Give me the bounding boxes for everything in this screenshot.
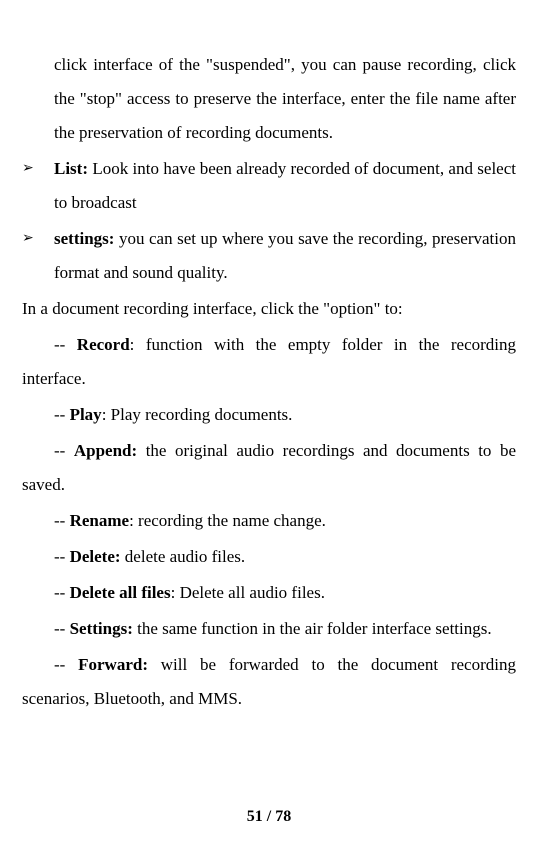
option-item: -- Record: function with the empty folde… bbox=[22, 328, 516, 396]
option-text: : recording the name change. bbox=[129, 511, 326, 530]
option-item: -- Forward: will be forwarded to the doc… bbox=[22, 648, 516, 716]
option-label: Rename bbox=[70, 511, 129, 530]
option-prefix: -- bbox=[54, 583, 70, 602]
option-prefix: -- bbox=[54, 405, 70, 424]
option-text: delete audio files. bbox=[121, 547, 246, 566]
option-prefix: -- bbox=[54, 511, 70, 530]
mid-paragraph: In a document recording interface, click… bbox=[22, 292, 516, 326]
option-item: -- Play: Play recording documents. bbox=[22, 398, 516, 432]
option-item: -- Settings: the same function in the ai… bbox=[22, 612, 516, 646]
option-text: : Play recording documents. bbox=[102, 405, 293, 424]
bullet-label: List: bbox=[54, 159, 88, 178]
option-item: -- Delete: delete audio files. bbox=[22, 540, 516, 574]
option-prefix: -- bbox=[54, 335, 77, 354]
intro-paragraph: click interface of the "suspended", you … bbox=[22, 48, 516, 150]
document-content: click interface of the "suspended", you … bbox=[22, 48, 516, 716]
bullet-text: settings: you can set up where you save … bbox=[54, 222, 516, 290]
bullet-label: settings: bbox=[54, 229, 114, 248]
option-prefix: -- bbox=[54, 441, 74, 460]
option-item: -- Append: the original audio recordings… bbox=[22, 434, 516, 502]
option-label: Settings: bbox=[70, 619, 133, 638]
bullet-list-item: ➢ List: Look into have been already reco… bbox=[22, 152, 516, 220]
option-prefix: -- bbox=[54, 655, 78, 674]
option-prefix: -- bbox=[54, 619, 70, 638]
bullet-body: you can set up where you save the record… bbox=[54, 229, 516, 282]
option-prefix: -- bbox=[54, 547, 70, 566]
option-text: : Delete all audio files. bbox=[171, 583, 325, 602]
option-label: Delete: bbox=[70, 547, 121, 566]
option-label: Play bbox=[70, 405, 102, 424]
bullet-marker-icon: ➢ bbox=[22, 222, 54, 290]
bullet-text: List: Look into have been already record… bbox=[54, 152, 516, 220]
bullet-list-item: ➢ settings: you can set up where you sav… bbox=[22, 222, 516, 290]
bullet-body: Look into have been already recorded of … bbox=[54, 159, 516, 212]
option-label: Forward: bbox=[78, 655, 148, 674]
bullet-marker-icon: ➢ bbox=[22, 152, 54, 220]
page-number: 51 / 78 bbox=[0, 808, 538, 826]
option-label: Append: bbox=[74, 441, 137, 460]
option-item: -- Delete all files: Delete all audio fi… bbox=[22, 576, 516, 610]
option-text: the same function in the air folder inte… bbox=[133, 619, 492, 638]
option-label: Delete all files bbox=[70, 583, 171, 602]
option-label: Record bbox=[77, 335, 130, 354]
option-item: -- Rename: recording the name change. bbox=[22, 504, 516, 538]
